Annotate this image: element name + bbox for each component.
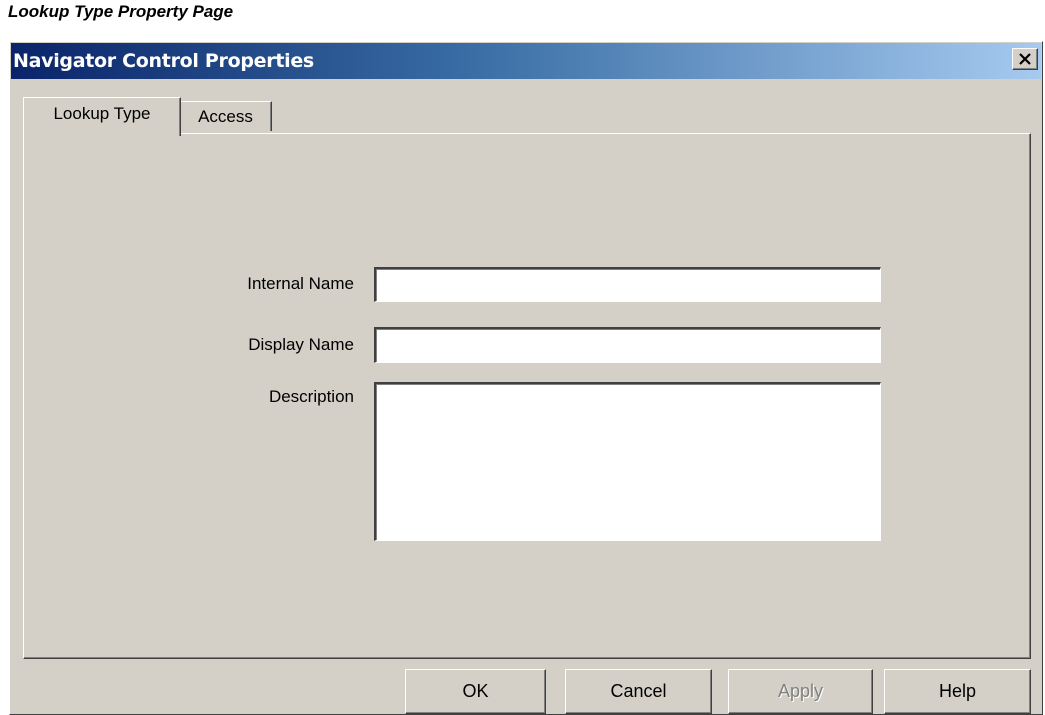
description-textarea[interactable] [374, 382, 881, 541]
lookup-type-panel: Internal Name Display Name Description [23, 133, 1031, 659]
display-name-input[interactable] [374, 327, 881, 363]
internal-name-label: Internal Name [247, 274, 354, 293]
title-bar: Navigator Control Properties [11, 43, 1041, 79]
close-button[interactable] [1012, 48, 1038, 70]
navigator-control-properties-dialog: Navigator Control Properties Lookup Type… [9, 41, 1043, 715]
dialog-title: Navigator Control Properties [13, 50, 314, 72]
internal-name-input[interactable] [374, 267, 881, 302]
help-button[interactable]: Help [884, 669, 1031, 714]
description-label: Description [268, 387, 354, 406]
close-x-icon [1019, 53, 1031, 65]
apply-button[interactable]: Apply [728, 669, 873, 714]
tab-access[interactable]: Access [179, 101, 272, 131]
tab-lookup-type[interactable]: Lookup Type [23, 97, 181, 136]
display-name-label: Display Name [248, 335, 354, 354]
ok-button[interactable]: OK [405, 669, 546, 714]
figure-caption: Lookup Type Property Page [8, 2, 234, 21]
cancel-button[interactable]: Cancel [565, 669, 712, 714]
